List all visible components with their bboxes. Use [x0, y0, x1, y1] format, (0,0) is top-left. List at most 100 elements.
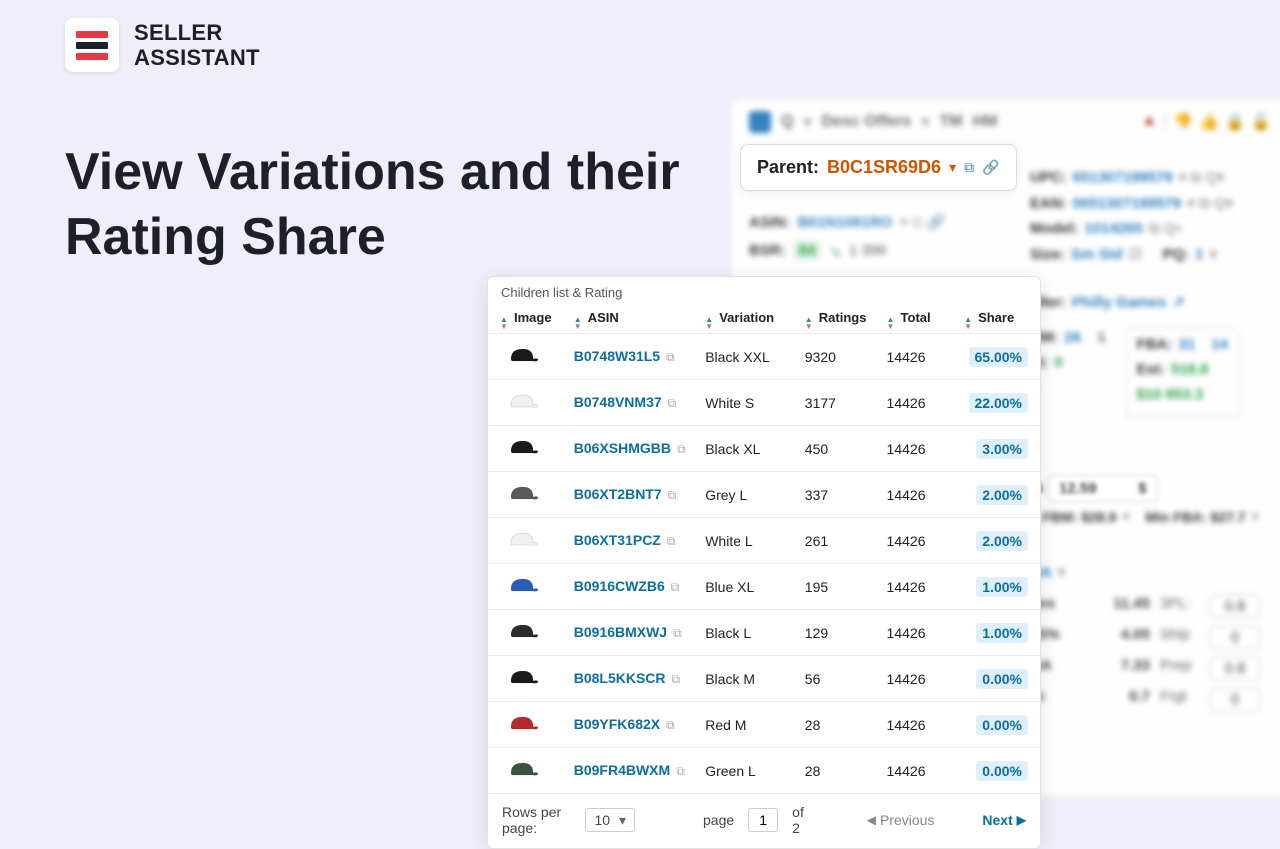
asin-link[interactable]: B0748W31L5 — [574, 348, 660, 364]
variation-value: Black XXL — [701, 334, 801, 380]
brand-text: SELLER ASSISTANT — [134, 20, 260, 71]
variation-value: Black L — [701, 610, 801, 656]
table-row: B09FR4BWXM⧉Green L28144260.00% — [488, 748, 1040, 794]
asin-link[interactable]: B0748VNM37 — [574, 394, 662, 410]
copy-icon[interactable]: ⧉ — [964, 159, 974, 176]
copy-icon[interactable]: ⧉ — [668, 396, 677, 411]
ratings-value: 9320 — [801, 334, 883, 380]
col-share[interactable]: Share — [960, 304, 1040, 334]
share-badge: 3.00% — [976, 439, 1028, 459]
table-row: B09YFK682X ⧉ Red M2814426 0.00% — [488, 702, 1040, 748]
previous-button[interactable]: ◀Previous — [867, 812, 935, 828]
total-value: 14426 — [883, 610, 961, 656]
copy-icon[interactable]: ⧉ — [671, 580, 680, 595]
product-thumbnail — [508, 573, 540, 597]
copy-icon[interactable]: ⧉ — [667, 534, 676, 549]
variation-value: Black XL — [701, 426, 801, 472]
col-image[interactable]: Image — [488, 304, 570, 334]
asin-link[interactable]: B08L5KKSCR — [574, 670, 666, 686]
brand-header: SELLER ASSISTANT — [65, 18, 260, 72]
table-row: B0748VNM37⧉White S31771442622.00% — [488, 380, 1040, 426]
next-button[interactable]: Next▶ — [982, 812, 1026, 828]
ratings-value: 28 — [801, 748, 883, 794]
total-value: 14426 — [883, 380, 961, 426]
product-thumbnail — [508, 343, 540, 367]
copy-icon[interactable]: ⧉ — [672, 672, 681, 687]
page-total: of 2 — [792, 804, 809, 836]
copy-icon[interactable]: ⧉ — [666, 350, 675, 365]
chevron-left-icon: ◀ — [867, 813, 876, 827]
asin-link[interactable]: B0916BMXWJ — [574, 624, 667, 640]
asin-link[interactable]: B09FR4BWXM — [574, 762, 670, 778]
ratings-value: 195 — [801, 564, 883, 610]
copy-icon[interactable]: ⧉ — [673, 626, 682, 641]
total-value: 14426 — [883, 564, 961, 610]
rows-per-page-select[interactable]: 10 — [585, 808, 635, 832]
product-thumbnail — [508, 665, 540, 689]
ratings-value: 261 — [801, 518, 883, 564]
asin-link[interactable]: B0916CWZB6 — [574, 578, 665, 594]
variation-value: Black M — [701, 656, 801, 702]
col-total[interactable]: Total — [883, 304, 961, 334]
share-badge: 2.00% — [976, 531, 1028, 551]
total-value: 14426 — [883, 656, 961, 702]
rows-per-page-label: Rows per page: — [502, 804, 571, 836]
share-badge: 0.00% — [976, 715, 1028, 735]
chevron-down-icon[interactable]: ▾ — [949, 159, 956, 176]
table-row: B08L5KKSCR ⧉ Black M5614426 0.00% — [488, 656, 1040, 702]
table-row: B0748W31L5⧉Black XXL93201442665.00% — [488, 334, 1040, 380]
product-thumbnail — [508, 481, 540, 505]
asin-link[interactable]: B06XT31PCZ — [574, 532, 661, 548]
share-badge: 22.00% — [969, 393, 1028, 413]
ratings-value: 28 — [801, 702, 883, 748]
parent-asin-chip[interactable]: Parent: B0C1SR69D6 ▾ ⧉ 🔗 — [740, 144, 1017, 191]
share-badge: 2.00% — [976, 485, 1028, 505]
product-thumbnail — [508, 619, 540, 643]
col-variation[interactable]: Variation — [701, 304, 801, 334]
page-label: page — [703, 812, 734, 828]
ratings-value: 56 — [801, 656, 883, 702]
variation-value: Red M — [701, 702, 801, 748]
panel-title: Children list & Rating — [488, 277, 1040, 304]
page-input[interactable] — [748, 808, 778, 832]
variations-table: Image ASIN Variation Ratings Total Share… — [488, 304, 1040, 793]
copy-icon[interactable]: ⧉ — [666, 718, 675, 733]
chevron-right-icon: ▶ — [1017, 813, 1026, 827]
table-row: B0916BMXWJ ⧉ Black L12914426 1.00% — [488, 610, 1040, 656]
share-badge: 65.00% — [969, 347, 1028, 367]
product-thumbnail — [508, 527, 540, 551]
variation-value: White L — [701, 518, 801, 564]
share-badge: 0.00% — [976, 669, 1028, 689]
variations-panel: Children list & Rating Image ASIN Variat… — [487, 276, 1041, 849]
col-ratings[interactable]: Ratings — [801, 304, 883, 334]
asin-link[interactable]: B09YFK682X — [574, 716, 660, 732]
variation-value: Blue XL — [701, 564, 801, 610]
col-asin[interactable]: ASIN — [570, 304, 702, 334]
total-value: 14426 — [883, 472, 961, 518]
total-value: 14426 — [883, 748, 961, 794]
total-value: 14426 — [883, 426, 961, 472]
copy-icon[interactable]: ⧉ — [676, 764, 685, 779]
product-thumbnail — [508, 435, 540, 459]
ratings-value: 3177 — [801, 380, 883, 426]
ratings-value: 129 — [801, 610, 883, 656]
variation-value: Grey L — [701, 472, 801, 518]
page-headline: View Variations and their Rating Share — [65, 140, 685, 270]
copy-icon[interactable]: ⧉ — [668, 488, 677, 503]
table-row: B06XSHMGBB ⧉ Black XL45014426 3.00% — [488, 426, 1040, 472]
background-product-right: UPC:651307199579▾ ⧉ Q▾ EAN:0651307199579… — [1020, 98, 1280, 798]
product-thumbnail — [508, 389, 540, 413]
asin-link[interactable]: B06XSHMGBB — [574, 440, 671, 456]
brand-logo — [65, 18, 119, 72]
copy-icon[interactable]: ⧉ — [677, 442, 686, 457]
table-row: B06XT2BNT7⧉Grey L337144262.00% — [488, 472, 1040, 518]
asin-link[interactable]: B06XT2BNT7 — [574, 486, 662, 502]
cog-input: DG 12.59$ — [1048, 475, 1158, 502]
share-badge: 1.00% — [976, 623, 1028, 643]
parent-label: Parent: — [757, 157, 819, 178]
total-value: 14426 — [883, 702, 961, 748]
ratings-value: 450 — [801, 426, 883, 472]
link-icon[interactable]: 🔗 — [982, 159, 999, 176]
share-badge: 1.00% — [976, 577, 1028, 597]
total-value: 14426 — [883, 518, 961, 564]
